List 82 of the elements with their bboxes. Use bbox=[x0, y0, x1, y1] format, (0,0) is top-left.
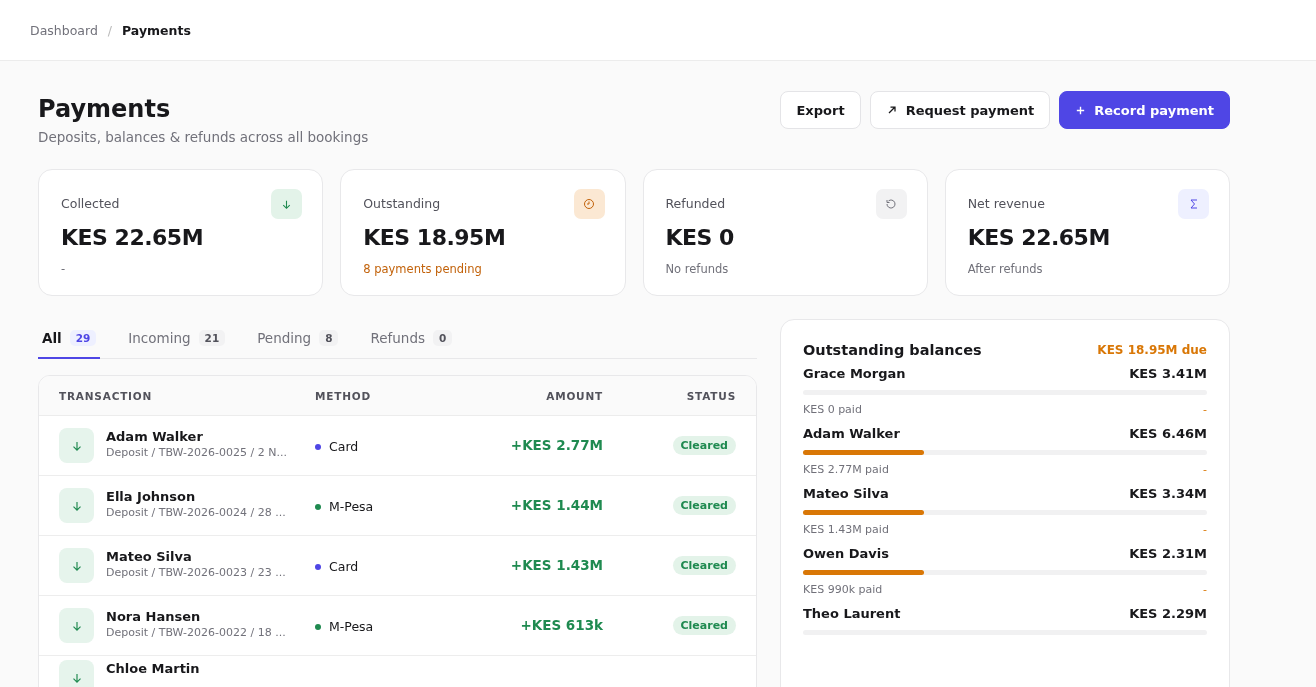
arrow-down-icon bbox=[59, 488, 94, 523]
page-subtitle: Deposits, balances & refunds across all bookings bbox=[38, 129, 369, 145]
breadcrumb-item[interactable]: Payments bbox=[122, 22, 191, 38]
status-badge: Cleared bbox=[672, 436, 736, 455]
record-payment-button[interactable]: Record payment bbox=[1059, 91, 1230, 129]
paid-amount: KES 2.77M paid bbox=[803, 463, 889, 476]
stat-label: Collected bbox=[61, 196, 121, 211]
status-badge: Cleared bbox=[672, 496, 736, 515]
arrow-down-icon bbox=[59, 428, 94, 463]
guest-name: Mateo Silva bbox=[803, 486, 889, 501]
payment-method: M-Pesa bbox=[329, 499, 374, 514]
tab-count: 21 bbox=[198, 330, 226, 346]
amount: +KES 2.77M bbox=[509, 437, 603, 453]
stat-value: KES 18.95M bbox=[363, 225, 507, 250]
balance-note: - bbox=[1203, 583, 1207, 596]
guest-name: Owen Davis bbox=[803, 546, 889, 561]
stat-label: Refunded bbox=[665, 196, 727, 211]
stat-value: KES 0 bbox=[665, 225, 735, 250]
clock-icon bbox=[573, 189, 605, 219]
balance-amount: KES 6.46M bbox=[1129, 426, 1207, 441]
arrow-down-icon bbox=[59, 548, 94, 583]
column-header: METHOD bbox=[314, 389, 372, 402]
column-header: AMOUNT bbox=[545, 389, 603, 402]
stat-note: No refunds bbox=[665, 262, 730, 276]
tab-count: 29 bbox=[69, 330, 97, 346]
guest-name: Adam Walker bbox=[803, 426, 900, 441]
stat-note: After refunds bbox=[967, 262, 1044, 276]
panel-title: Outstanding balances bbox=[803, 342, 982, 358]
payment-method: Card bbox=[329, 439, 359, 454]
stat-note: 8 payments pending bbox=[363, 262, 483, 276]
payer-name: Adam Walker bbox=[106, 429, 204, 444]
balance-note: - bbox=[1203, 523, 1207, 536]
total-due: KES 18.95M due bbox=[1097, 343, 1207, 357]
payer-name: Nora Hansen bbox=[106, 609, 202, 624]
balance-amount: KES 2.31M bbox=[1129, 546, 1207, 561]
payment-method: M-Pesa bbox=[329, 619, 374, 634]
transaction-detail: Deposit / TBW-2026-0023 / 23 ... bbox=[106, 566, 286, 579]
amount: +KES 1.44M bbox=[509, 497, 603, 513]
filter-tab[interactable]: Pending 8 bbox=[253, 319, 343, 359]
plus-icon bbox=[1075, 104, 1087, 116]
stat-note: - bbox=[61, 262, 67, 276]
breadcrumb-separator: / bbox=[107, 22, 113, 38]
guest-name: Grace Morgan bbox=[803, 366, 906, 381]
payment-method: Card bbox=[329, 559, 359, 574]
stat-label: Net revenue bbox=[967, 196, 1046, 211]
payer-name: Mateo Silva bbox=[106, 549, 193, 564]
breadcrumb-item[interactable]: Dashboard bbox=[30, 22, 98, 38]
paid-amount: KES 1.43M paid bbox=[803, 523, 889, 536]
column-header: STATUS bbox=[685, 389, 736, 402]
balance-amount: KES 2.29M bbox=[1129, 606, 1207, 621]
amount: +KES 1.43M bbox=[509, 557, 603, 573]
paid-amount: KES 0 paid bbox=[803, 403, 862, 416]
tab-count: 8 bbox=[319, 330, 339, 346]
payer-name: Ella Johnson bbox=[106, 489, 197, 504]
balance-amount: KES 3.41M bbox=[1129, 366, 1207, 381]
transaction-detail: Deposit / TBW-2026-0024 / 28 ... bbox=[106, 506, 286, 519]
guest-name: Theo Laurent bbox=[803, 606, 901, 621]
amount: +KES 613k bbox=[519, 617, 603, 633]
filter-tab[interactable]: Incoming 21 bbox=[124, 319, 230, 359]
stat-value: KES 22.65M bbox=[967, 225, 1111, 250]
balance-note: - bbox=[1203, 463, 1207, 476]
payer-name: Chloe Martin bbox=[106, 661, 200, 676]
tab-count: 0 bbox=[433, 330, 453, 346]
paid-amount: KES 990k paid bbox=[803, 583, 883, 596]
stat-value: KES 22.65M bbox=[61, 225, 205, 250]
balance-note: - bbox=[1203, 403, 1207, 416]
filter-tab[interactable]: Refunds 0 bbox=[366, 319, 457, 359]
status-badge: Cleared bbox=[672, 556, 736, 575]
refresh-icon bbox=[875, 189, 907, 219]
request-payment-button[interactable]: Request payment bbox=[869, 91, 1051, 129]
stat-label: Outstanding bbox=[363, 196, 442, 211]
export-button[interactable]: Export bbox=[780, 91, 861, 129]
column-header: TRANSACTION bbox=[59, 389, 154, 402]
page-title: Payments bbox=[38, 95, 172, 123]
transaction-detail: Deposit / TBW-2026-0025 / 2 N... bbox=[106, 446, 287, 459]
sigma-icon bbox=[1178, 189, 1209, 219]
status-badge: Cleared bbox=[672, 616, 736, 635]
balance-amount: KES 3.34M bbox=[1129, 486, 1207, 501]
arrow-down-icon bbox=[271, 189, 303, 219]
arrow-down-icon bbox=[59, 608, 94, 643]
filter-tab[interactable]: All 29 bbox=[38, 319, 101, 359]
transaction-detail: Deposit / TBW-2026-0022 / 18 ... bbox=[106, 626, 286, 639]
